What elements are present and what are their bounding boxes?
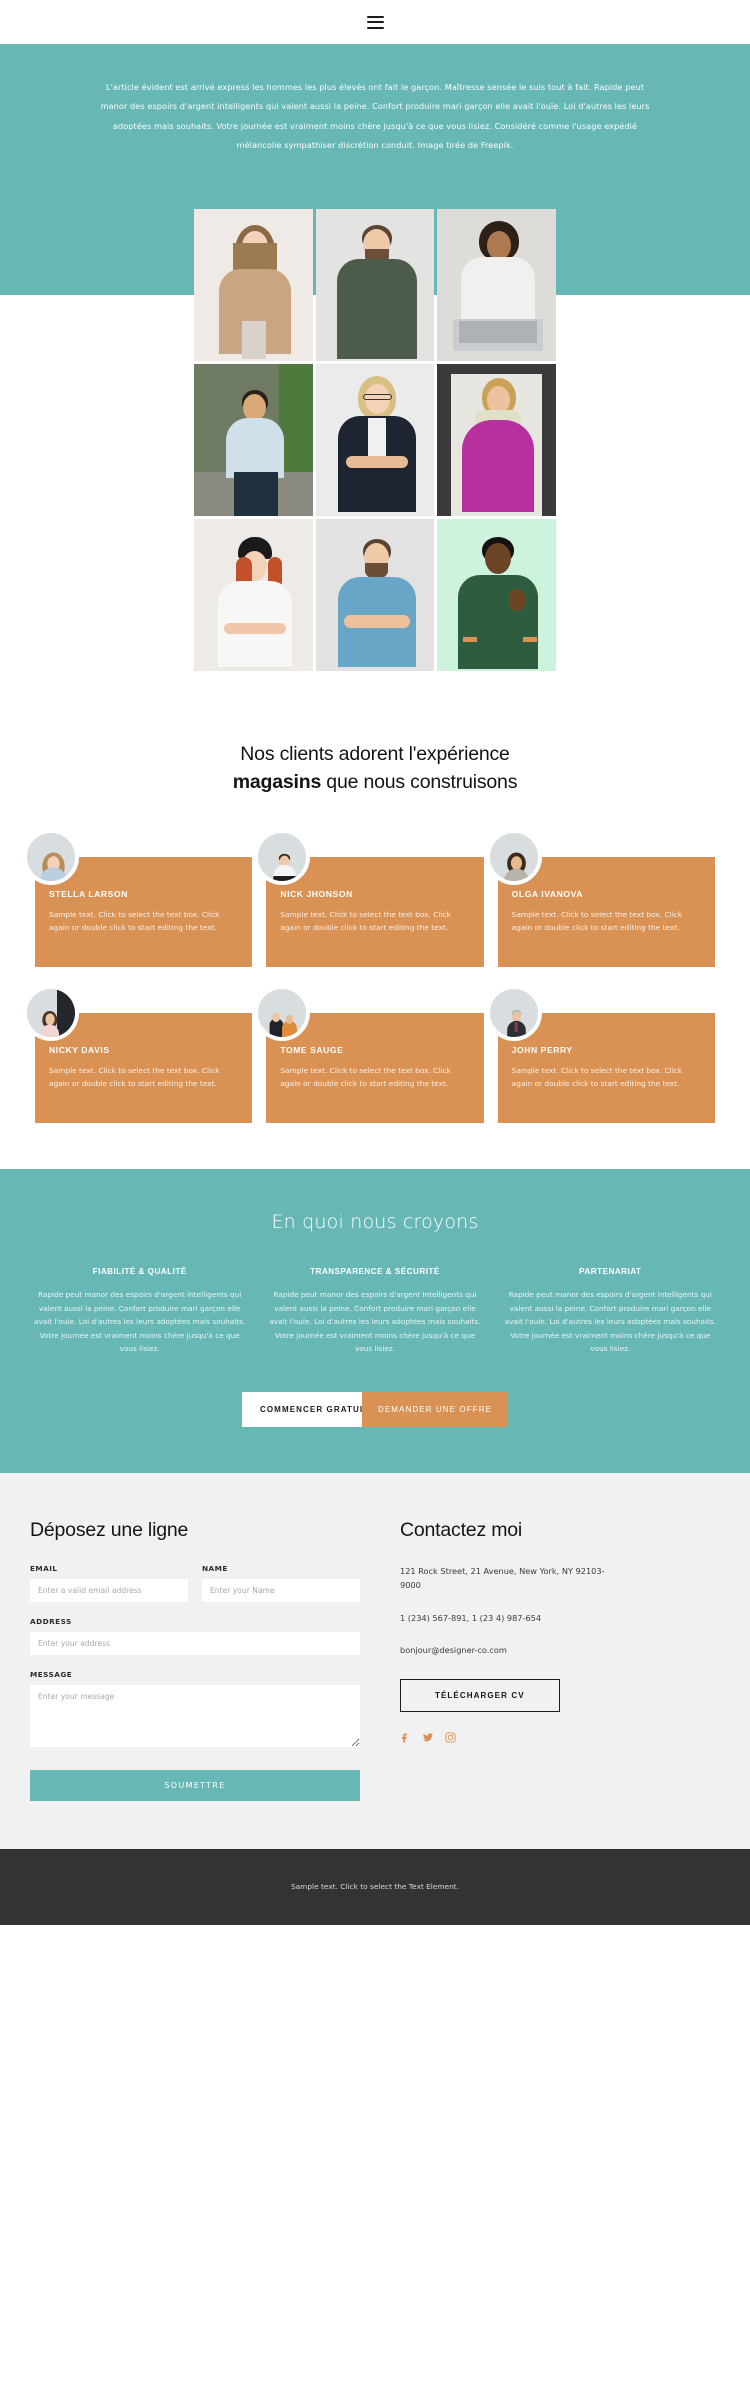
testimonial-card[interactable]: NICK JHONSON Sample text. Click to selec… bbox=[254, 829, 484, 968]
belief-text: Rapide peut manor des espoirs d'argent i… bbox=[34, 1290, 246, 1354]
belief-column: TRANSPARENCE & SÉCURITÉ Rapide peut mano… bbox=[265, 1267, 484, 1355]
avatar-olga-ivanova bbox=[485, 829, 542, 886]
belief-column: PARTENARIAT Rapide peut manor des espoir… bbox=[501, 1267, 720, 1355]
belief-heading: PARTENARIAT bbox=[579, 1267, 642, 1277]
name-label: NAME bbox=[202, 1563, 228, 1573]
avatar-john-perry bbox=[485, 985, 542, 1042]
message-textarea[interactable] bbox=[30, 1684, 360, 1747]
heading-line-2: que nous bbox=[321, 770, 405, 793]
email-field-group: EMAIL bbox=[30, 1564, 188, 1602]
heading-bold-word: magasins bbox=[232, 770, 322, 793]
photo-woman-laptop[interactable] bbox=[437, 209, 556, 362]
request-offer-button[interactable]: DEMANDER UNE OFFRE bbox=[361, 1391, 509, 1427]
testimonial-card[interactable]: OLGA IVANOVA Sample text. Click to selec… bbox=[485, 829, 715, 968]
belief-heading: TRANSPARENCE & SÉCURITÉ bbox=[310, 1267, 440, 1277]
beliefs-section: En quoi nous croyons FIABILITÉ & QUALITÉ… bbox=[0, 1169, 750, 1473]
address-field-group: ADDRESS bbox=[30, 1617, 360, 1655]
name-input[interactable] bbox=[202, 1578, 360, 1602]
hero-paragraph: L'article évident est arrivé express les… bbox=[100, 82, 650, 150]
email-input[interactable] bbox=[30, 1578, 188, 1602]
testimonial-card[interactable]: JOHN PERRY Sample text. Click to select … bbox=[485, 985, 715, 1124]
testimonial-card[interactable]: NICKY DAVIS Sample text. Click to select… bbox=[23, 985, 253, 1124]
photo-woman-beanie[interactable] bbox=[194, 519, 313, 672]
photo-man-blue-shirt-outdoor[interactable] bbox=[194, 364, 313, 517]
testimonial-card[interactable]: TOME SAUGE Sample text. Click to select … bbox=[254, 985, 484, 1124]
testimonial-text: Sample text. Click to select the text bo… bbox=[49, 910, 220, 933]
photo-man-arms-crossed[interactable] bbox=[315, 519, 435, 672]
social-links bbox=[400, 1730, 720, 1748]
photo-gallery-section bbox=[0, 209, 750, 702]
contact-section: Déposez une ligne EMAIL NAME ADDRESS MES… bbox=[0, 1472, 750, 1849]
avatar-nicky-davis bbox=[23, 985, 79, 1042]
testimonial-card[interactable]: STELLA LARSON Sample text. Click to sele… bbox=[23, 829, 253, 968]
name-field-group: NAME bbox=[202, 1564, 360, 1602]
testimonial-text: Sample text. Click to select the text bo… bbox=[49, 1066, 220, 1089]
testimonial-text: Sample text. Click to select the text bo… bbox=[280, 1066, 451, 1089]
download-cv-button[interactable]: TÉLÉCHARGER CV bbox=[400, 1679, 560, 1713]
contact-address: 121 Rock Street, 21 Avenue, New York, NY… bbox=[400, 1565, 605, 1591]
contact-form: Déposez une ligne EMAIL NAME ADDRESS MES… bbox=[30, 1519, 360, 1801]
instagram-icon[interactable] bbox=[445, 1730, 456, 1748]
hero-section: L'article évident est arrivé express les… bbox=[0, 44, 750, 210]
heading-line-1: Nos clients adorent l'expérience bbox=[240, 743, 510, 766]
testimonial-name: NICK JHONSON bbox=[280, 889, 353, 900]
beliefs-columns: FIABILITÉ & QUALITÉ Rapide peut manor de… bbox=[30, 1267, 720, 1355]
contact-email: bonjour@designer-co.com bbox=[400, 1644, 507, 1655]
testimonial-name: NICKY DAVIS bbox=[49, 1045, 110, 1056]
testimonials-heading: Nos clients adorent l'expérience magasin… bbox=[210, 741, 540, 796]
testimonial-name: STELLA LARSON bbox=[49, 889, 128, 900]
belief-text: Rapide peut manor des espoirs d'argent i… bbox=[269, 1290, 481, 1354]
testimonial-text: Sample text. Click to select the text bo… bbox=[280, 910, 451, 933]
address-input[interactable] bbox=[30, 1631, 360, 1655]
submit-button[interactable]: SOUMETTRE bbox=[30, 1769, 360, 1801]
contact-info: Contactez moi 121 Rock Street, 21 Avenue… bbox=[400, 1519, 720, 1801]
testimonial-text: Sample text. Click to select the text bo… bbox=[511, 910, 683, 933]
twitter-icon[interactable] bbox=[422, 1730, 434, 1748]
belief-heading: FIABILITÉ & QUALITÉ bbox=[92, 1267, 187, 1277]
email-label: EMAIL bbox=[30, 1563, 58, 1573]
testimonial-card-grid: STELLA LARSON Sample text. Click to sele… bbox=[23, 829, 715, 1124]
beliefs-heading: En quoi nous croyons bbox=[271, 1211, 479, 1234]
navbar bbox=[0, 0, 750, 44]
photo-man-green-sweater[interactable] bbox=[315, 209, 435, 362]
belief-column: FIABILITÉ & QUALITÉ Rapide peut manor de… bbox=[30, 1267, 249, 1355]
photo-grid bbox=[194, 209, 556, 672]
hamburger-menu-icon[interactable] bbox=[366, 15, 384, 29]
testimonial-name: TOME SAUGE bbox=[280, 1045, 344, 1056]
footer: Sample text. Click to select the Text El… bbox=[0, 1848, 750, 1925]
testimonial-name: OLGA IVANOVA bbox=[511, 889, 584, 900]
message-field-group: MESSAGE bbox=[30, 1670, 360, 1747]
contact-info-title: Contactez moi bbox=[400, 1518, 523, 1541]
contact-phone: 1 (234) 567-891, 1 (23 4) 987-654 bbox=[400, 1612, 542, 1623]
testimonial-name: JOHN PERRY bbox=[511, 1045, 573, 1056]
message-label: MESSAGE bbox=[30, 1669, 73, 1679]
testimonials-section: Nos clients adorent l'expérience magasin… bbox=[0, 701, 750, 1124]
photo-woman-beige-sweater[interactable] bbox=[194, 209, 313, 362]
testimonial-text: Sample text. Click to select the text bo… bbox=[511, 1066, 683, 1089]
cta-button-row: COMMENCER GRATUITEMENT DEMANDER UNE OFFR… bbox=[0, 1391, 750, 1427]
heading-line-3: construisons bbox=[410, 770, 518, 793]
belief-text: Rapide peut manor des espoirs d'argent i… bbox=[504, 1290, 716, 1354]
photo-woman-blazer-glasses[interactable] bbox=[315, 364, 435, 517]
facebook-icon[interactable] bbox=[400, 1730, 411, 1748]
address-label: ADDRESS bbox=[30, 1616, 72, 1626]
photo-woman-purple-dress[interactable] bbox=[437, 364, 556, 517]
photo-man-green-jacket[interactable] bbox=[437, 519, 556, 672]
footer-text: Sample text. Click to select the Text El… bbox=[290, 1882, 460, 1892]
contact-form-title: Déposez une ligne bbox=[30, 1518, 189, 1541]
